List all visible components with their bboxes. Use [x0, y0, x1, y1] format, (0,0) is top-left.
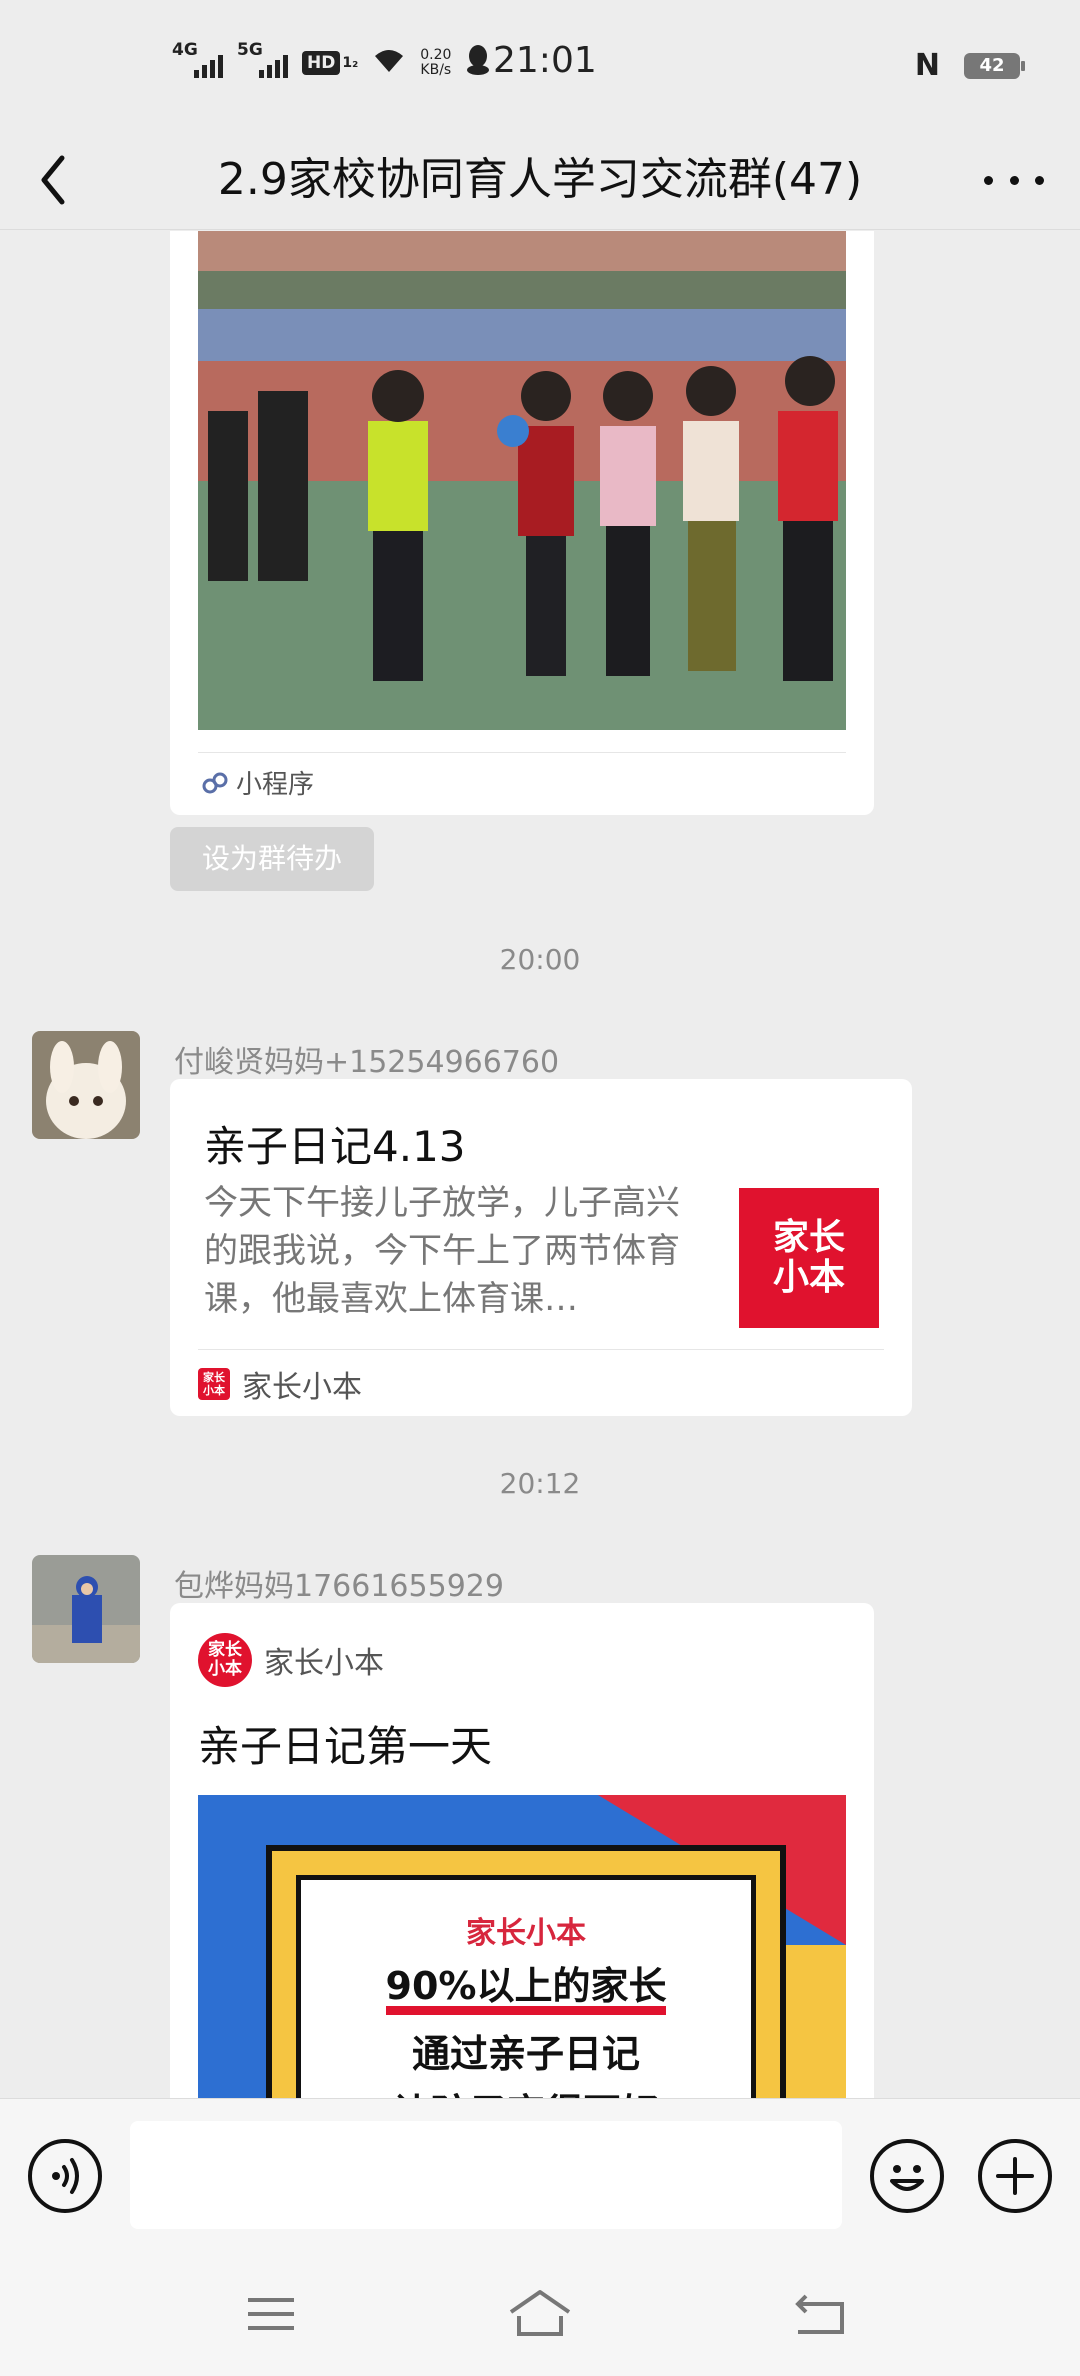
voice-icon	[52, 2158, 79, 2194]
net-speed: 0.20 KB/s	[420, 47, 452, 78]
card-title: 亲子日记第一天	[198, 1722, 493, 1771]
status-bar: 4G 5G HD 1₂ 0.20 KB/s 21:01 N 42	[0, 0, 1080, 130]
set-group-todo-button[interactable]: 设为群待办	[170, 827, 374, 891]
back-button[interactable]	[36, 144, 96, 214]
status-time: 21:01	[493, 40, 597, 81]
avatar[interactable]	[32, 1031, 140, 1139]
system-nav-bar	[0, 2254, 1080, 2376]
sender-name: 付峻贤妈妈+15254966760	[174, 1045, 560, 1080]
jiazhang-xiaoben-logo: 家长 小本	[198, 1368, 230, 1400]
promo-image: 家长小本 90%以上的家长 通过亲子日记 让孩子变得更好	[198, 1795, 846, 2098]
status-icons-left: 4G 5G HD 1₂ 0.20 KB/s	[172, 40, 491, 82]
miniprogram-card[interactable]: 小程序	[170, 231, 874, 815]
chevron-left-icon	[41, 155, 65, 205]
emoji-icon	[890, 2165, 924, 2191]
battery-icon: 42	[964, 52, 1025, 79]
diary-link-card[interactable]: 亲子日记4.13 今天下午接儿子放学，儿子高兴的跟我说，今下午上了两节体育课，他…	[170, 1079, 912, 1416]
home-icon	[509, 2290, 571, 2336]
chat-messages[interactable]: 小程序 设为群待办 20:00 付峻贤妈妈+15254966760 亲子日记4.…	[0, 231, 1080, 2098]
card-source: 家长 小本 家长小本	[198, 1362, 362, 1406]
signal-4g-icon: 4G	[172, 40, 223, 78]
home-button[interactable]	[505, 2284, 575, 2344]
card-thumbnail: 家长 小本	[739, 1188, 879, 1328]
message-input[interactable]	[130, 2121, 842, 2229]
card-title: 亲子日记4.13	[204, 1122, 466, 1171]
miniprogram-icon	[202, 772, 228, 793]
avatar[interactable]	[32, 1555, 140, 1663]
timestamp: 20:00	[499, 943, 581, 976]
menu-button[interactable]	[236, 2284, 306, 2344]
nfc-icon: N	[914, 48, 940, 83]
plus-button[interactable]	[978, 2139, 1052, 2213]
card-description: 今天下午接儿子放学，儿子高兴的跟我说，今下午上了两节体育课，他最喜欢上体育课…	[204, 1183, 680, 1319]
page-title: 2.9家校协同育人学习交流群(47)	[217, 154, 863, 205]
jiazhang-xiaoben-logo: 家长 小本	[198, 1633, 252, 1687]
emoji-button[interactable]	[870, 2139, 944, 2213]
children-photo	[198, 231, 846, 730]
sender-name: 包烨妈妈17661655929	[174, 1569, 504, 1604]
timestamp: 20:12	[499, 1467, 581, 1500]
wifi-icon	[372, 46, 406, 80]
hd-voice-icon: HD 1₂	[302, 51, 358, 75]
back-icon	[795, 2294, 844, 2334]
card-source: 家长 小本 家长小本	[198, 1633, 384, 1687]
miniprogram-source: 小程序	[202, 764, 314, 801]
status-icons-right: N 42	[914, 48, 1025, 83]
more-button[interactable]	[984, 158, 1044, 202]
menu-icon	[248, 2298, 294, 2330]
more-dots-icon	[984, 175, 993, 185]
chat-header: 2.9家校协同育人学习交流群(47)	[0, 130, 1080, 230]
voice-button[interactable]	[28, 2139, 102, 2213]
plus-icon	[996, 2157, 1034, 2195]
qq-icon	[465, 44, 491, 82]
signal-5g-icon: 5G	[237, 40, 288, 78]
back-nav-button[interactable]	[786, 2284, 856, 2344]
input-bar	[0, 2098, 1080, 2254]
